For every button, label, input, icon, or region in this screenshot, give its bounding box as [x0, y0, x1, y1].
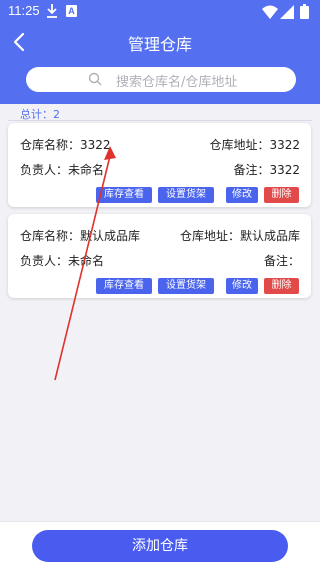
search-icon	[88, 72, 102, 86]
status-bar: 11:25 A	[0, 0, 320, 24]
page-title: 管理仓库	[127, 35, 192, 54]
set-shelf-button[interactable]: 设置货架	[158, 187, 214, 203]
view-stock-button[interactable]: 库存查看	[96, 278, 152, 294]
warehouse-note: 备注：3322	[233, 163, 300, 177]
wifi-icon	[262, 5, 278, 19]
search-placeholder: 搜索仓库名/仓库地址	[116, 75, 238, 90]
edit-button[interactable]: 修改	[226, 187, 258, 203]
add-warehouse-button[interactable]: 添加仓库	[32, 530, 288, 562]
edit-button[interactable]: 修改	[226, 278, 258, 294]
delete-button[interactable]: 删除	[264, 187, 299, 203]
battery-icon	[300, 4, 309, 19]
warehouse-manager: 负责人：未命名	[20, 254, 105, 268]
set-shelf-button[interactable]: 设置货架	[158, 278, 214, 294]
warehouse-address: 仓库地址：3322	[209, 138, 300, 152]
view-stock-button[interactable]: 库存查看	[96, 187, 152, 203]
warehouse-name: 仓库名称：默认成品库	[20, 229, 141, 243]
delete-button[interactable]: 删除	[264, 278, 299, 294]
warehouse-address: 仓库地址：默认成品库	[179, 229, 300, 243]
app-notification-icon: A	[66, 5, 77, 17]
search-input[interactable]: 搜索仓库名/仓库地址	[26, 67, 296, 92]
signal-icon	[280, 5, 294, 19]
status-time: 11:25	[8, 3, 40, 18]
divider	[8, 120, 312, 121]
warehouse-manager: 负责人：未命名	[20, 163, 105, 177]
warehouse-card: 仓库名称：默认成品库 仓库地址：默认成品库 负责人：未命名 备注： 库存查看 设…	[8, 214, 311, 298]
warehouse-note: 备注：	[263, 254, 300, 268]
warehouse-card: 仓库名称：3322 仓库地址：3322 负责人：未命名 备注：3322 库存查看…	[8, 123, 311, 207]
warehouse-name: 仓库名称：3322	[20, 138, 111, 152]
header-bar: 11:25 A 管理仓库 搜索仓库名/仓库地址	[0, 0, 320, 104]
download-icon	[47, 4, 57, 18]
